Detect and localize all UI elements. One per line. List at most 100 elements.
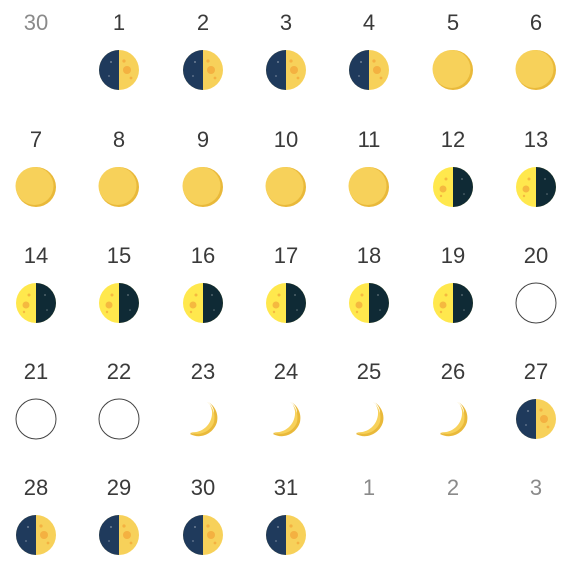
last-quarter-moon-icon (14, 281, 58, 325)
day-number: 22 (106, 359, 132, 384)
calendar-day-cell[interactable]: 1 (82, 5, 164, 121)
calendar-day-cell[interactable]: 17 (249, 238, 331, 354)
first-quarter-moon-icon (14, 513, 58, 557)
calendar-day-cell[interactable]: 2 (416, 470, 498, 586)
calendar-day-cell[interactable]: 9 (166, 122, 248, 238)
calendar-day-cell[interactable]: 8 (82, 122, 164, 238)
calendar-day-cell[interactable]: 12 (416, 122, 498, 238)
new-moon-icon (14, 397, 58, 441)
day-number: 10 (273, 127, 299, 152)
calendar-day-cell[interactable]: 25 (332, 354, 414, 470)
calendar-day-cell[interactable]: 3 (249, 5, 331, 121)
day-number: 14 (23, 243, 49, 268)
calendar-day-cell[interactable]: 5 (416, 5, 498, 121)
day-number: 17 (273, 243, 299, 268)
day-number: 23 (190, 359, 216, 384)
calendar-day-cell[interactable]: 18 (332, 238, 414, 354)
full-moon-icon (264, 165, 308, 209)
calendar-day-cell[interactable]: 16 (166, 238, 248, 354)
calendar-day-cell[interactable]: 14 (0, 238, 81, 354)
day-number: 19 (440, 243, 466, 268)
calendar-day-cell[interactable]: 6 (499, 5, 568, 121)
calendar-day-cell[interactable]: 1 (332, 470, 414, 586)
calendar-day-cell[interactable]: 13 (499, 122, 568, 238)
calendar-day-cell[interactable]: 20 (499, 238, 568, 354)
full-moon-icon (97, 165, 141, 209)
day-number: 30 (190, 475, 216, 500)
crescent-moon-icon (431, 397, 475, 441)
first-quarter-moon-icon (347, 48, 391, 92)
full-moon-icon (181, 165, 225, 209)
day-number: 15 (106, 243, 132, 268)
calendar-day-cell[interactable]: 2 (166, 5, 248, 121)
first-quarter-moon-icon (264, 48, 308, 92)
day-number: 5 (446, 10, 460, 35)
day-number: 25 (356, 359, 382, 384)
day-number: 6 (529, 10, 543, 35)
calendar-day-cell[interactable]: 15 (82, 238, 164, 354)
calendar-day-cell[interactable]: 3 (499, 470, 568, 586)
calendar-day-cell[interactable]: 31 (249, 470, 331, 586)
day-number: 9 (196, 127, 210, 152)
calendar-day-cell[interactable]: 22 (82, 354, 164, 470)
day-number: 13 (523, 127, 549, 152)
day-number: 20 (523, 243, 549, 268)
first-quarter-moon-icon (181, 48, 225, 92)
calendar-day-cell[interactable]: 30 (0, 5, 81, 121)
day-number: 1 (112, 10, 126, 35)
crescent-moon-icon (347, 397, 391, 441)
last-quarter-moon-icon (431, 165, 475, 209)
first-quarter-moon-icon (181, 513, 225, 557)
calendar-day-cell[interactable]: 26 (416, 354, 498, 470)
day-number: 28 (23, 475, 49, 500)
calendar-day-cell[interactable]: 4 (332, 5, 414, 121)
full-moon-icon (347, 165, 391, 209)
calendar-day-cell[interactable]: 21 (0, 354, 81, 470)
day-number: 8 (112, 127, 126, 152)
last-quarter-moon-icon (97, 281, 141, 325)
day-number: 21 (23, 359, 49, 384)
day-number: 31 (273, 475, 299, 500)
full-moon-icon (14, 165, 58, 209)
full-moon-icon (514, 48, 558, 92)
day-number: 1 (362, 475, 376, 500)
last-quarter-moon-icon (514, 165, 558, 209)
last-quarter-moon-icon (431, 281, 475, 325)
crescent-moon-icon (264, 397, 308, 441)
day-number: 30 (23, 10, 49, 35)
calendar-day-cell[interactable]: 28 (0, 470, 81, 586)
day-number: 26 (440, 359, 466, 384)
day-number: 7 (29, 127, 43, 152)
day-number: 27 (523, 359, 549, 384)
new-moon-icon (514, 281, 558, 325)
calendar-day-cell[interactable]: 11 (332, 122, 414, 238)
day-number: 2 (196, 10, 210, 35)
day-number: 11 (357, 127, 381, 152)
day-number: 3 (279, 10, 293, 35)
new-moon-icon (97, 397, 141, 441)
day-number: 18 (356, 243, 382, 268)
first-quarter-moon-icon (97, 48, 141, 92)
last-quarter-moon-icon (347, 281, 391, 325)
calendar-day-cell[interactable]: 24 (249, 354, 331, 470)
day-number: 29 (106, 475, 132, 500)
first-quarter-moon-icon (97, 513, 141, 557)
calendar-day-cell[interactable]: 10 (249, 122, 331, 238)
last-quarter-moon-icon (181, 281, 225, 325)
calendar-day-cell[interactable]: 30 (166, 470, 248, 586)
day-number: 16 (190, 243, 216, 268)
first-quarter-moon-icon (264, 513, 308, 557)
crescent-moon-icon (181, 397, 225, 441)
calendar-day-cell[interactable]: 23 (166, 354, 248, 470)
calendar-day-cell[interactable]: 27 (499, 354, 568, 470)
full-moon-icon (431, 48, 475, 92)
day-number: 4 (362, 10, 376, 35)
calendar-day-cell[interactable]: 7 (0, 122, 81, 238)
calendar-day-cell[interactable]: 29 (82, 470, 164, 586)
first-quarter-moon-icon (514, 397, 558, 441)
day-number: 24 (273, 359, 299, 384)
moon-phase-calendar: 30 1 2 3 4 5 6 7 8 9 10 11 12 13 14 15 1… (0, 0, 568, 587)
day-number: 3 (529, 475, 543, 500)
calendar-day-cell[interactable]: 19 (416, 238, 498, 354)
last-quarter-moon-icon (264, 281, 308, 325)
